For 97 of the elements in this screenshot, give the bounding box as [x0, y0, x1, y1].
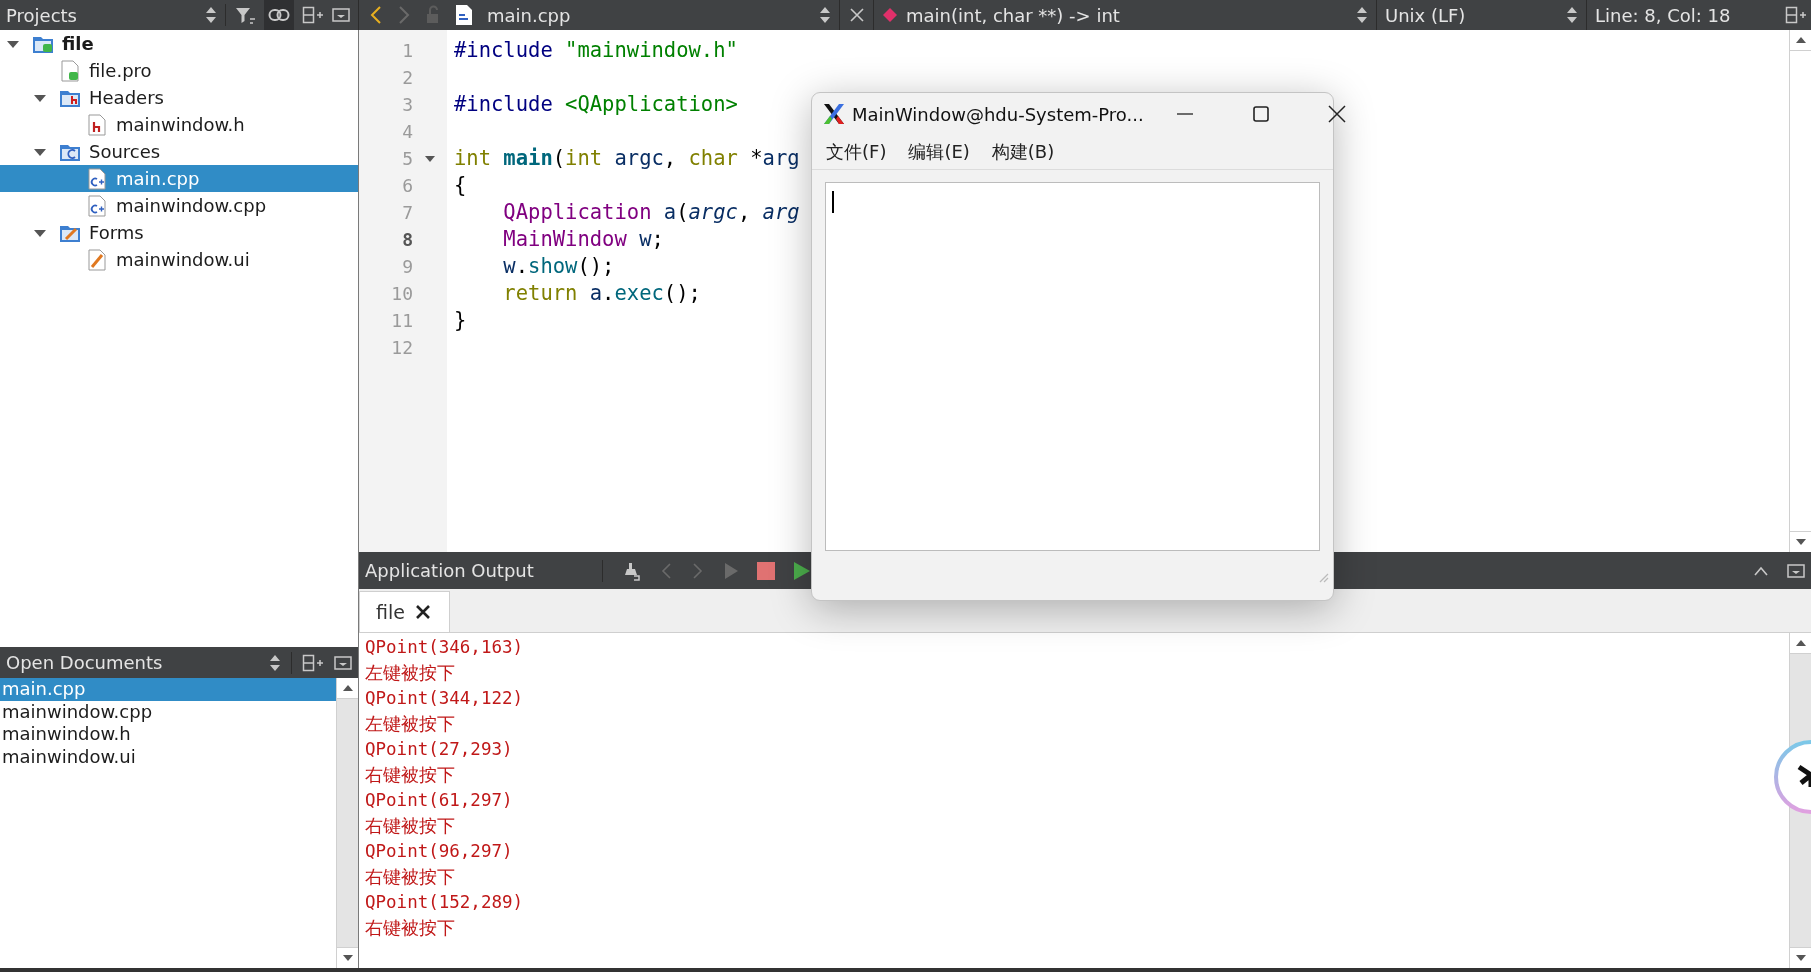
text-cursor	[832, 191, 834, 213]
scroll-down-icon[interactable]	[341, 954, 354, 962]
tree-item[interactable]: file	[0, 30, 358, 57]
stop-icon[interactable]	[756, 561, 775, 580]
line-number: 7	[401, 202, 413, 223]
lock-icon	[425, 5, 441, 25]
split-icon[interactable]	[302, 5, 324, 25]
sort-arrows-icon[interactable]	[269, 653, 281, 672]
document-name[interactable]: main.cpp	[487, 4, 805, 26]
x-logo-icon	[822, 103, 846, 125]
output-line: QPoint(61,297)	[365, 789, 514, 812]
sort-arrows-icon[interactable]	[1356, 6, 1368, 24]
code-line: return a.exec();	[502, 281, 701, 305]
output-tab[interactable]: file	[359, 591, 450, 632]
code-line: MainWindow w;	[502, 227, 664, 251]
line-number: 8	[401, 229, 413, 250]
document-item[interactable]: mainwindow.h	[0, 723, 336, 746]
header-file-icon	[86, 113, 108, 136]
panel-close-icon[interactable]	[332, 7, 350, 23]
symbol-selector[interactable]: main(int, char **) -> int	[906, 4, 1348, 26]
code-line: #include "mainwindow.h"	[454, 38, 738, 62]
panel-title: Application Output	[365, 560, 534, 581]
panel-title: Projects	[6, 4, 78, 26]
code-line: {	[454, 173, 467, 197]
line-number: 1	[401, 40, 413, 61]
output-line: QPoint(152,289)	[365, 891, 525, 914]
output-line: 右键被按下	[365, 814, 456, 838]
tree-item[interactable]: mainwindow.cpp	[0, 192, 358, 219]
split-icon[interactable]	[302, 652, 324, 673]
window-title: MainWindow@hdu-System-Pro...	[852, 103, 1144, 125]
panel-close-icon[interactable]	[334, 654, 352, 671]
sort-arrows-icon[interactable]	[1566, 6, 1578, 24]
output-line: QPoint(344,122)	[365, 687, 525, 710]
code-line: QApplication a(argc, arg	[502, 200, 800, 224]
output-line: 右键被按下	[365, 916, 456, 940]
split-icon[interactable]	[1785, 5, 1807, 25]
line-number: 2	[401, 67, 413, 88]
fold-arrow-icon[interactable]	[424, 153, 436, 164]
output-line: 右键被按下	[365, 865, 456, 889]
code-line: int main(int argc, char *arg	[454, 146, 800, 170]
diamond-icon	[882, 7, 898, 23]
code-line: #include <QApplication>	[454, 92, 738, 116]
panel-close-icon[interactable]	[1787, 562, 1805, 579]
document-item[interactable]: mainwindow.ui	[0, 745, 336, 768]
source-file-icon	[86, 194, 108, 217]
tree-item[interactable]: Headers	[0, 84, 358, 111]
tree-item[interactable]: Forms	[0, 219, 358, 246]
line-number: 4	[401, 121, 413, 142]
line-number: 9	[401, 256, 413, 277]
resize-grip-icon[interactable]	[1317, 571, 1329, 583]
cpp-file-icon	[455, 4, 473, 26]
output-line: QPoint(346,163)	[365, 636, 525, 659]
assistant-icon[interactable]	[1773, 739, 1811, 815]
code-line: }	[454, 308, 467, 332]
panel-title: Open Documents	[6, 652, 164, 673]
document-item[interactable]: main.cpp	[0, 678, 336, 701]
collapse-caret-icon[interactable]	[1753, 564, 1769, 577]
form-file-icon	[86, 248, 108, 271]
output-line: 左键被按下	[365, 712, 456, 736]
output-line: QPoint(96,297)	[365, 840, 514, 863]
scroll-down-icon[interactable]	[1794, 954, 1807, 962]
output-line: 右键被按下	[365, 763, 456, 787]
close-icon[interactable]	[1327, 105, 1346, 123]
tree-item[interactable]: mainwindow.ui	[0, 246, 358, 273]
tree-item[interactable]: main.cpp	[0, 165, 358, 192]
link-icon[interactable]	[268, 8, 290, 22]
tree-item[interactable]: file.pro	[0, 57, 358, 84]
output-line: QPoint(27,293)	[365, 738, 514, 761]
scrollbar[interactable]	[1789, 30, 1811, 552]
scrollbar[interactable]	[336, 678, 358, 968]
code-line: w.show();	[502, 254, 615, 278]
close-icon[interactable]	[414, 604, 431, 620]
project-file-icon	[59, 59, 81, 82]
maximize-icon[interactable]	[1251, 105, 1270, 123]
line-number: 6	[401, 175, 413, 196]
menu-item[interactable]: 文件(F)	[826, 140, 887, 164]
tree-item[interactable]: mainwindow.h	[0, 111, 358, 138]
line-number: 5	[401, 148, 413, 169]
scroll-up-icon[interactable]	[1794, 639, 1807, 647]
line-number: 11	[390, 310, 413, 331]
line-number: 12	[390, 337, 413, 358]
line-number: 10	[390, 283, 413, 304]
filter-icon[interactable]	[234, 5, 256, 25]
output-line: 左键被按下	[365, 661, 456, 685]
cursor-position[interactable]: Line: 8, Col: 18	[1595, 4, 1775, 26]
tree-item[interactable]: Sources	[0, 138, 358, 165]
sort-arrows-icon[interactable]	[819, 6, 831, 24]
menu-item[interactable]: 编辑(E)	[908, 140, 970, 164]
line-number: 3	[401, 94, 413, 115]
scroll-up-icon[interactable]	[1794, 36, 1807, 44]
sort-arrows-icon[interactable]	[205, 6, 217, 24]
menu-item[interactable]: 构建(B)	[991, 140, 1055, 164]
line-endings-selector[interactable]: Unix (LF)	[1385, 4, 1556, 26]
source-file-icon	[86, 167, 108, 190]
scroll-up-icon[interactable]	[341, 684, 354, 692]
scroll-down-icon[interactable]	[1794, 538, 1807, 546]
document-item[interactable]: mainwindow.cpp	[0, 700, 336, 723]
